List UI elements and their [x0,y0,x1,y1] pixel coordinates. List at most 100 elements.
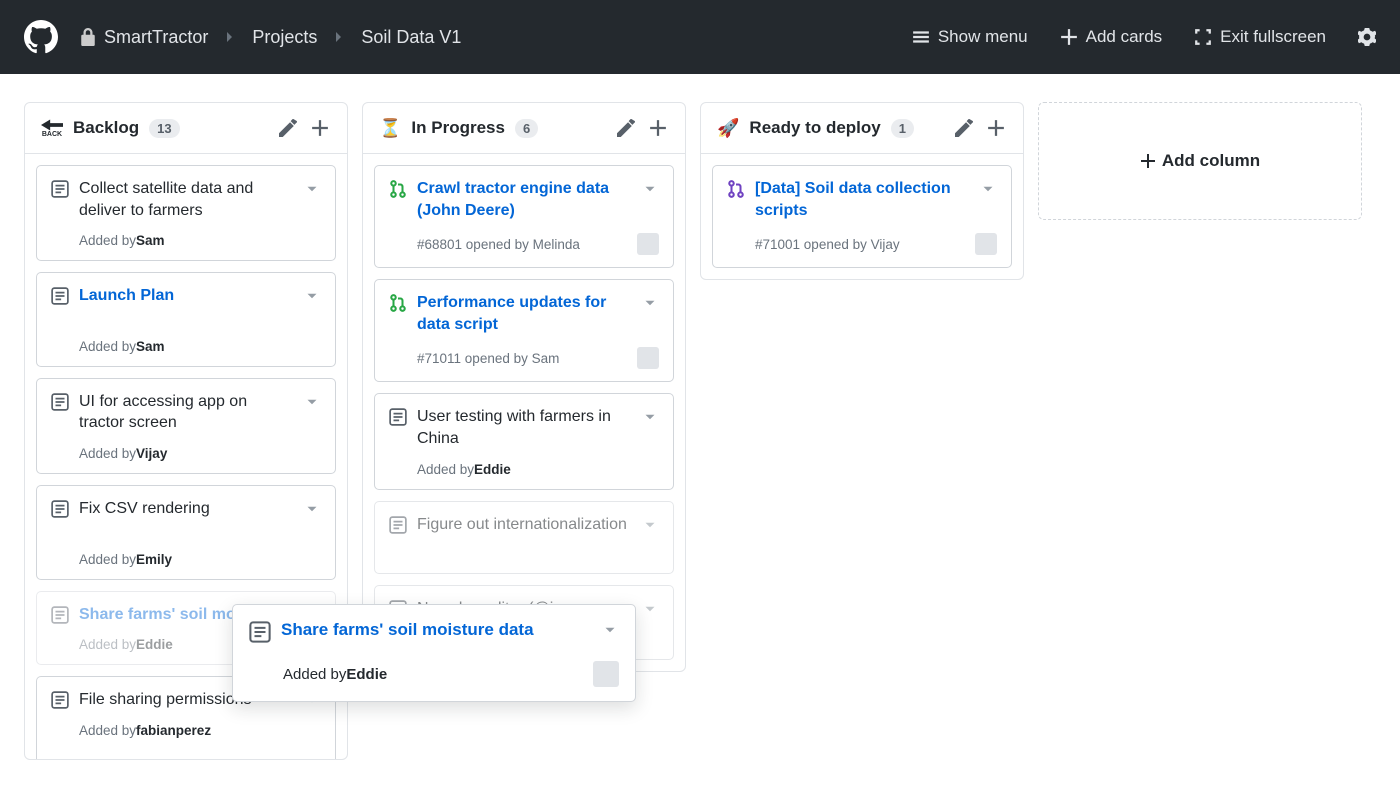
card-title: Crawl tractor engine data (John Deere) [417,178,631,221]
card-title: Figure out internationalization [417,514,631,536]
card-chevron-icon[interactable] [641,600,659,618]
card-chevron-icon[interactable] [303,500,321,518]
pr-open-icon [389,294,407,312]
back-icon: BACK [41,119,63,138]
column-count: 13 [149,119,179,138]
note-icon [389,516,407,534]
card-meta: Added by fabianperez [51,723,321,738]
hourglass-icon: ⏳ [379,118,401,139]
column-header: BACK Backlog 13 [25,103,347,154]
chevron-right-icon [335,31,343,43]
card-meta: Added by Eddie [249,661,619,687]
settings-button[interactable] [1358,28,1376,46]
card-chevron-icon[interactable] [641,408,659,426]
avatar [975,233,997,255]
avatar [637,347,659,369]
card-meta: Added by Vijay [51,446,321,461]
breadcrumb-projects[interactable]: Projects [252,27,317,48]
card-chevron-icon[interactable] [641,180,659,198]
avatar [593,661,619,687]
lock-icon [80,28,96,46]
add-column-label: Add column [1162,151,1260,171]
project-board: BACK Backlog 13 Collect satellite data a… [0,74,1400,788]
column-body: [Data] Soil data collection scripts #710… [701,154,1023,279]
card-chevron-icon[interactable] [641,516,659,534]
card-meta: #68801 opened by Melinda [389,233,659,255]
card-chevron-icon[interactable] [303,180,321,198]
exit-fullscreen-button[interactable]: Exit fullscreen [1194,27,1326,47]
add-card-button[interactable] [309,117,331,139]
card-chevron-icon[interactable] [303,393,321,411]
edit-column-button[interactable] [615,117,637,139]
card-chevron-icon[interactable] [979,180,997,198]
column-ready-to-deploy: 🚀 Ready to deploy 1 [Data] Soil data col… [700,102,1024,280]
show-menu-label: Show menu [938,27,1028,47]
column-count: 1 [891,119,914,138]
card-meta: Added by Sam [51,233,321,248]
card[interactable]: Fix CSV rendering Added by Emily [36,485,336,580]
column-count: 6 [515,119,538,138]
card-meta: Added by Eddie [389,462,659,477]
github-logo-icon[interactable] [24,20,58,54]
column-title: In Progress [411,118,505,138]
column-header: ⏳ In Progress 6 [363,103,685,154]
card-chevron-icon[interactable] [601,621,619,639]
breadcrumb: SmartTractor Projects Soil Data V1 [80,27,461,48]
card-title: [Data] Soil data collection scripts [755,178,969,221]
add-card-button[interactable] [985,117,1007,139]
card-title: UI for accessing app on tractor screen [79,391,293,434]
card-meta [389,547,659,561]
card[interactable]: Performance updates for data script #710… [374,279,674,382]
card-title: User testing with farmers in China [417,406,631,449]
card[interactable]: Figure out internationalization [374,501,674,575]
card[interactable]: Collect satellite data and deliver to fa… [36,165,336,261]
exit-fullscreen-label: Exit fullscreen [1220,27,1326,47]
card[interactable]: Crawl tractor engine data (John Deere) #… [374,165,674,268]
note-icon [51,691,69,709]
card[interactable]: [Data] Soil data collection scripts #710… [712,165,1012,268]
menu-icon [912,28,930,46]
card-title: Performance updates for data script [417,292,631,335]
top-bar: SmartTractor Projects Soil Data V1 Show … [0,0,1400,74]
plus-icon [1140,153,1156,169]
dragging-card[interactable]: Share farms' soil moisture data Added by… [232,604,636,702]
top-actions: Show menu Add cards Exit fullscreen [912,27,1376,47]
card[interactable]: UI for accessing app on tractor screen A… [36,378,336,474]
column-body: Crawl tractor engine data (John Deere) #… [363,154,685,671]
pr-open-icon [389,180,407,198]
card-meta: Added by Sam [51,339,321,354]
card-meta: #71001 opened by Vijay [727,233,997,255]
card-chevron-icon[interactable] [303,287,321,305]
card-title: Share farms' soil moisture data [281,619,591,642]
note-icon [51,393,69,411]
card-meta: #71011 opened by Sam [389,347,659,369]
exit-fullscreen-icon [1194,28,1212,46]
card[interactable]: User testing with farmers in China Added… [374,393,674,489]
chevron-right-icon [226,31,234,43]
column-title: Ready to deploy [749,118,880,138]
avatar [637,233,659,255]
add-cards-label: Add cards [1086,27,1163,47]
breadcrumb-repo[interactable]: SmartTractor [104,27,208,48]
breadcrumb-project[interactable]: Soil Data V1 [361,27,461,48]
note-icon [51,287,69,305]
add-column-button[interactable]: Add column [1038,102,1362,220]
card-chevron-icon[interactable] [641,294,659,312]
gear-icon [1358,28,1376,46]
note-icon [389,408,407,426]
note-icon [249,621,271,643]
column-header: 🚀 Ready to deploy 1 [701,103,1023,154]
column-in-progress: ⏳ In Progress 6 Crawl tractor engine dat… [362,102,686,672]
note-icon [51,500,69,518]
pr-merged-icon [727,180,745,198]
add-card-button[interactable] [647,117,669,139]
note-icon [51,606,69,624]
show-menu-button[interactable]: Show menu [912,27,1028,47]
edit-column-button[interactable] [953,117,975,139]
edit-column-button[interactable] [277,117,299,139]
card-meta: Added by Emily [51,552,321,567]
card-title: Launch Plan [79,285,293,307]
card[interactable]: Launch Plan Added by Sam [36,272,336,367]
add-cards-button[interactable]: Add cards [1060,27,1163,47]
card-title: Fix CSV rendering [79,498,293,520]
